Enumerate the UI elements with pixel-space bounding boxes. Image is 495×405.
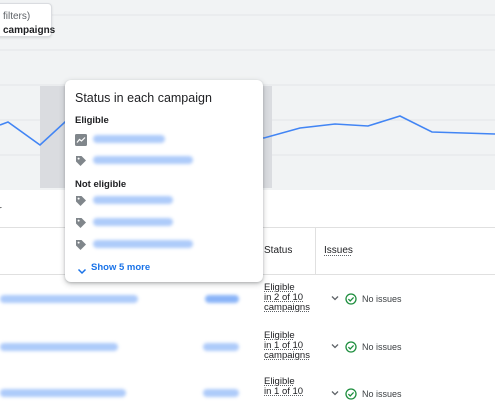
popover-title: Status in each campaign: [75, 91, 212, 105]
table-row[interactable]: Eligible in 1 of 10 campaigns No issues: [0, 323, 495, 372]
redacted-asset-name: [0, 343, 118, 351]
eligible-campaign-item[interactable]: [75, 132, 245, 146]
status-link[interactable]: Eligible in 2 of 10 campaigns: [264, 283, 310, 313]
filter-chip-line1: filters): [3, 11, 31, 22]
check-circle-icon: [345, 292, 357, 305]
redacted-cell-value: [205, 295, 239, 303]
redacted-asset-name: [0, 389, 126, 397]
issue-status-text: No issues: [362, 342, 402, 352]
status-link[interactable]: Eligible in 1 of 10: [264, 377, 303, 397]
tag-icon: [75, 238, 87, 250]
not-eligible-campaign-item[interactable]: [75, 215, 245, 229]
campaign-status-popover: Status in each campaign Eligible Not eli…: [65, 80, 263, 282]
status-link[interactable]: Eligible in 1 of 10 campaigns: [264, 331, 310, 361]
issue-status-text: No issues: [362, 294, 402, 304]
filter-chip-line2: campaigns: [3, 25, 56, 36]
chevron-down-icon[interactable]: [330, 388, 340, 398]
tag-icon: [75, 154, 87, 166]
eligible-heading: Eligible: [75, 115, 109, 126]
show-more-label: Show 5 more: [91, 262, 151, 273]
not-eligible-campaign-item[interactable]: [75, 193, 245, 207]
redacted-campaign-name: [93, 135, 165, 143]
column-header-issues[interactable]: Issues: [324, 245, 353, 256]
table-row[interactable]: Eligible in 2 of 10 campaigns No issues: [0, 275, 495, 324]
toolbar-partial-label: r: [0, 204, 2, 216]
redacted-campaign-name: [93, 156, 193, 164]
redacted-cell-value: [203, 389, 239, 397]
issue-status-text: No issues: [362, 389, 402, 399]
tag-icon: [75, 216, 87, 228]
redacted-asset-name: [0, 295, 138, 303]
check-circle-icon: [345, 387, 357, 400]
not-eligible-campaign-item[interactable]: [75, 237, 245, 251]
chevron-down-icon: [77, 263, 87, 275]
tag-icon: [75, 194, 87, 206]
chevron-down-icon[interactable]: [330, 341, 340, 351]
table-row[interactable]: Eligible in 1 of 10 No issues: [0, 371, 495, 400]
eligible-campaign-item[interactable]: [75, 153, 245, 167]
redacted-campaign-name: [93, 240, 193, 248]
trend-chart-icon: [75, 133, 87, 146]
redacted-campaign-name: [93, 218, 173, 226]
check-circle-icon: [345, 340, 357, 353]
filter-chip[interactable]: filters) campaigns: [0, 3, 56, 37]
redacted-campaign-name: [93, 196, 173, 204]
column-header-status[interactable]: Status: [264, 245, 292, 256]
not-eligible-heading: Not eligible: [75, 179, 127, 190]
redacted-cell-value: [203, 343, 239, 351]
chevron-down-icon[interactable]: [330, 293, 340, 303]
